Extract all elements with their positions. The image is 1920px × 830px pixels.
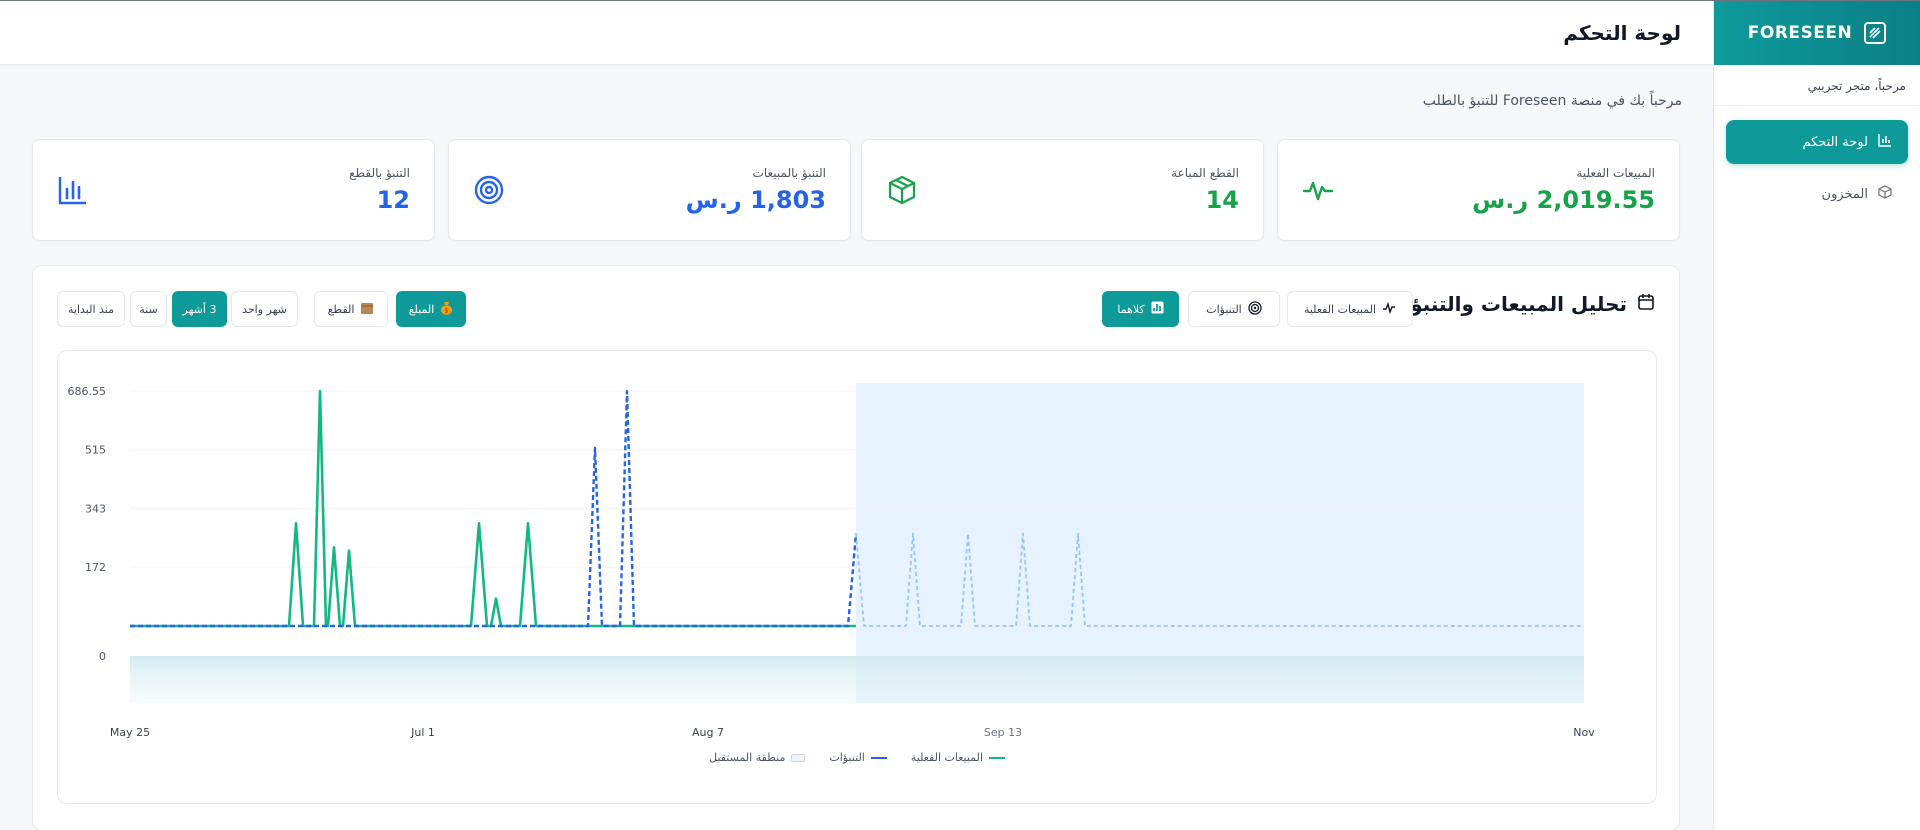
sales-analysis-panel: تحليل المبيعات والتنبؤات المبيعات الفعلي…: [32, 265, 1680, 830]
range-year-button[interactable]: سنة: [130, 291, 167, 327]
legend-future[interactable]: منطقة المستقبل: [709, 751, 806, 764]
x-tick-label: Sep 13: [984, 726, 1022, 739]
stat-card-sales-forecast: التنبؤ بالمبيعات 1,803 ر.س: [448, 139, 851, 241]
button-label: شهر واحد: [242, 302, 287, 316]
button-label: القطع: [327, 302, 355, 316]
panel-title: تحليل المبيعات والتنبؤات: [1383, 292, 1655, 316]
stat-cards: المبيعات الفعلية 2,019.55 ر.س القطع المب…: [32, 139, 1680, 241]
activity-icon: [1382, 301, 1396, 318]
panel-title-text: تحليل المبيعات والتنبؤات: [1383, 292, 1627, 316]
x-tick-label: Aug 7: [692, 726, 724, 739]
y-tick-label: 686.55: [68, 385, 107, 398]
sidebar-nav: لوحة التحكم المخزون: [1714, 106, 1920, 238]
package-icon: [886, 174, 918, 206]
y-tick-label: 343: [85, 503, 106, 516]
money-bag-icon: $: [440, 301, 453, 318]
card-label: التنبؤ بالمبيعات: [752, 166, 826, 180]
button-label: سنة: [139, 302, 158, 316]
metric-units-button[interactable]: القطع: [314, 291, 388, 327]
button-label: المبلغ: [408, 302, 435, 316]
view-both-button[interactable]: كلاهما: [1102, 291, 1179, 327]
legend-swatch: [870, 756, 887, 759]
metric-amount-button[interactable]: $ المبلغ: [396, 291, 466, 327]
button-label: منذ البداية: [68, 302, 114, 316]
x-tick-label: May 25: [110, 726, 150, 739]
page-title: لوحة التحكم: [1563, 20, 1681, 45]
y-tick-label: 172: [85, 561, 106, 574]
card-label: القطع المباعة: [1171, 166, 1239, 180]
box-icon: [1878, 185, 1892, 203]
legend-forecast[interactable]: التنبؤات: [829, 751, 887, 764]
top-header: لوحة التحكم: [0, 1, 1713, 65]
button-label: المبيعات الفعلية: [1303, 302, 1377, 316]
legend-label: التنبؤات: [829, 751, 865, 764]
view-forecast-button[interactable]: التنبؤات: [1188, 291, 1280, 327]
legend-swatch: [988, 756, 1005, 759]
future-zone: [856, 383, 1584, 703]
legend-label: المبيعات الفعلية: [910, 751, 983, 764]
stat-card-units-sold: القطع المباعة 14: [861, 139, 1264, 241]
button-label: 3 أشهر: [182, 302, 217, 316]
target-icon: [473, 174, 505, 206]
user-greeting: مرحباً، متجر تجريبي: [1714, 65, 1920, 106]
button-label: كلاهما: [1117, 302, 1145, 316]
legend-label: منطقة المستقبل: [709, 751, 786, 764]
activity-icon: [1302, 174, 1334, 206]
baseline-area: [130, 656, 1584, 703]
chart-legend: المبيعات الفعلية التنبؤات منطقة المستقبل: [58, 751, 1656, 764]
svg-text:$: $: [445, 307, 449, 314]
sidebar: FORESEEN مرحباً، متجر تجريبي لوحة التحكم…: [1713, 1, 1920, 830]
bar-chart-icon: [1878, 133, 1892, 151]
sidebar-item-inventory[interactable]: المخزون: [1726, 172, 1908, 216]
sidebar-item-dashboard[interactable]: لوحة التحكم: [1726, 120, 1908, 164]
range-month-button[interactable]: شهر واحد: [231, 291, 298, 327]
brand-header[interactable]: FORESEEN: [1714, 1, 1920, 65]
package-icon: [360, 301, 374, 318]
y-tick-label: 0: [99, 650, 106, 663]
card-label: المبيعات الفعلية: [1576, 166, 1655, 180]
card-label: التنبؤ بالقطع: [349, 166, 410, 180]
card-value: 2,019.55 ر.س: [1472, 186, 1655, 214]
card-value: 12: [376, 186, 410, 214]
chart-container: 686.55 515 343 172 0 May 25 Jul 1 Aug 7 Sep 13 N…: [57, 350, 1657, 804]
brand-name: FORESEEN: [1747, 23, 1853, 43]
calendar-icon: [1637, 292, 1655, 316]
legend-swatch: [791, 753, 806, 762]
card-value: 14: [1205, 186, 1239, 214]
bar-chart-icon: [57, 174, 89, 206]
sidebar-item-label: لوحة التحكم: [1802, 134, 1868, 150]
sales-chart[interactable]: 686.55 515 343 172 0 May 25 Jul 1 Aug 7 Sep 13 N…: [58, 351, 1658, 741]
target-icon: [1248, 300, 1262, 318]
legend-actual[interactable]: المبيعات الفعلية: [911, 751, 1005, 764]
chart-icon: [1151, 301, 1164, 317]
card-value: 1,803 ر.س: [685, 186, 826, 214]
stat-card-units-forecast: التنبؤ بالقطع 12: [32, 139, 435, 241]
range-three-months-button[interactable]: 3 أشهر: [172, 291, 227, 327]
y-tick-label: 515: [85, 444, 106, 457]
welcome-text: مرحباً بك في منصة Foreseen للتنبؤ بالطلب: [1422, 93, 1682, 109]
sidebar-item-label: المخزون: [1821, 186, 1868, 202]
range-all-button[interactable]: منذ البداية: [57, 291, 125, 327]
x-tick-label: Jul 1: [410, 726, 435, 739]
view-actual-button[interactable]: المبيعات الفعلية: [1287, 291, 1413, 327]
stat-card-actual-sales: المبيعات الفعلية 2,019.55 ر.س: [1277, 139, 1680, 241]
button-label: التنبؤات: [1206, 302, 1242, 316]
logo-icon: [1864, 22, 1887, 44]
x-tick-label: Nov25: [1573, 726, 1595, 741]
